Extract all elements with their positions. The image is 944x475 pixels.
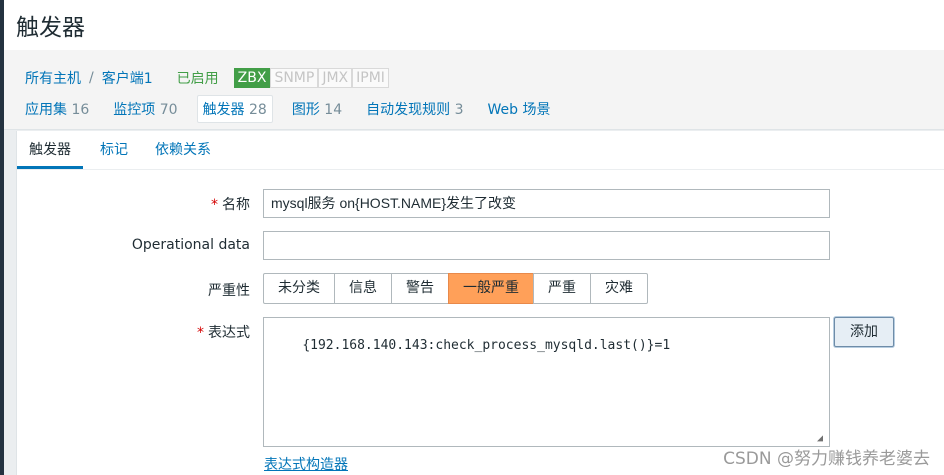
severity-not-classified[interactable]: 未分类 xyxy=(263,273,335,304)
tab-items[interactable]: 监控项 70 xyxy=(108,96,182,122)
subtab-tags[interactable]: 标记 xyxy=(88,131,140,169)
host-status-enabled[interactable]: 已启用 xyxy=(177,68,219,88)
page-title: 触发器 xyxy=(16,15,85,41)
expression-label: * 表达式 xyxy=(197,325,250,341)
operational-data-input[interactable] xyxy=(263,231,830,260)
trigger-form-panel: 触发器 标记 依赖关系 * 名称 mysql服务 on{HOST.NAME}发生了… xyxy=(16,131,944,475)
subtab-dependencies[interactable]: 依赖关系 xyxy=(143,131,223,169)
operational-data-label: Operational data xyxy=(131,237,250,253)
availability-snmp: SNMP xyxy=(270,68,319,88)
severity-high[interactable]: 严重 xyxy=(533,273,591,304)
name-label: * 名称 xyxy=(211,197,250,213)
breadcrumb-all-hosts[interactable]: 所有主机 xyxy=(25,68,81,88)
tab-applications[interactable]: 应用集 16 xyxy=(20,96,94,122)
expression-textarea[interactable]: {192.168.140.143:check_process_mysqld.la… xyxy=(263,317,830,447)
breadcrumb-host[interactable]: 客户端1 xyxy=(102,68,153,88)
host-tabs: 应用集 16 监控项 70 触发器 28 图形 14 自动发现规则 3 Web … xyxy=(20,95,569,123)
page-header: 触发器 xyxy=(4,0,944,50)
availability-jmx: JMX xyxy=(318,68,353,88)
required-mark: * xyxy=(211,197,218,213)
tab-graphs[interactable]: 图形 14 xyxy=(287,96,347,122)
expression-builder-link[interactable]: 表达式构造器 xyxy=(264,454,348,474)
availability-zbx: ZBX xyxy=(233,68,271,88)
resize-grip-icon[interactable]: ◢ xyxy=(817,434,827,444)
tab-discovery-rules[interactable]: 自动发现规则 3 xyxy=(361,96,468,122)
breadcrumb-separator: / xyxy=(89,70,94,86)
tab-triggers[interactable]: 触发器 28 xyxy=(196,95,273,123)
name-input[interactable]: mysql服务 on{HOST.NAME}发生了改变 xyxy=(263,189,830,218)
breadcrumb: 所有主机 / 客户端1 已启用 ZBX SNMP JMX IPMI xyxy=(25,67,389,89)
tab-web-scenarios[interactable]: Web 场景 xyxy=(483,96,556,122)
watermark: CSDN @努力赚钱养老婆去 xyxy=(723,449,930,469)
severity-disaster[interactable]: 灾难 xyxy=(590,273,648,304)
host-navigation: 所有主机 / 客户端1 已启用 ZBX SNMP JMX IPMI 应用集 16… xyxy=(4,50,944,130)
severity-label: 严重性 xyxy=(208,283,250,299)
subtab-trigger[interactable]: 触发器 xyxy=(17,131,83,169)
severity-information[interactable]: 信息 xyxy=(334,273,392,304)
severity-warning[interactable]: 警告 xyxy=(391,273,449,304)
severity-average[interactable]: 一般严重 xyxy=(448,273,534,304)
required-mark: * xyxy=(197,325,204,341)
form-subtabs: 触发器 标记 依赖关系 xyxy=(17,131,944,170)
severity-selector: 未分类 信息 警告 一般严重 严重 灾难 xyxy=(263,273,648,304)
availability-ipmi: IPMI xyxy=(352,68,389,88)
expression-text: {192.168.140.143:check_process_mysqld.la… xyxy=(302,338,671,353)
add-expression-button[interactable]: 添加 xyxy=(834,317,894,347)
